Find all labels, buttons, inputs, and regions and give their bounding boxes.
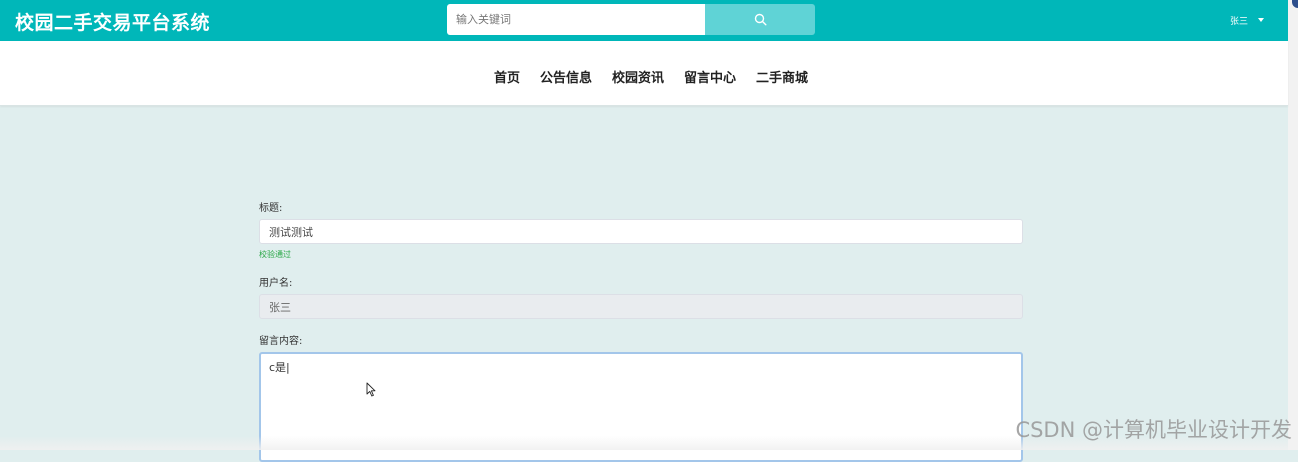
nav-item-secondhand-mall[interactable]: 二手商城: [756, 67, 808, 86]
search-input[interactable]: [447, 4, 705, 35]
site-title[interactable]: 校园二手交易平台系统: [15, 8, 210, 35]
scrollbar-thumb[interactable]: [1292, 0, 1298, 8]
caret-down-icon: [1258, 18, 1265, 22]
title-label: 标题:: [259, 203, 283, 214]
user-name: 张三: [1230, 16, 1249, 27]
nav-item-campus-news[interactable]: 校园资讯: [612, 67, 664, 86]
scrollbar[interactable]: [1288, 0, 1298, 450]
nav-list: 首页 公告信息 校园资讯 留言中心 二手商城: [0, 67, 1288, 86]
nav-item-message-center[interactable]: 留言中心: [684, 67, 736, 86]
search-button[interactable]: [705, 4, 815, 35]
user-menu[interactable]: 张三: [1230, 12, 1265, 28]
main-navbar: 首页 公告信息 校园资讯 留言中心 二手商城: [0, 41, 1288, 106]
username-input[interactable]: [259, 294, 1023, 319]
title-validation-message: 校验通过: [259, 250, 291, 259]
top-header-bar: 校园二手交易平台系统 张三: [0, 0, 1288, 41]
nav-item-announcements[interactable]: 公告信息: [540, 67, 592, 86]
username-label: 用户名:: [259, 278, 293, 289]
content-label: 留言内容:: [259, 336, 303, 347]
nav-item-home[interactable]: 首页: [494, 67, 520, 86]
csdn-watermark: CSDN @计算机毕业设计开发: [1015, 418, 1292, 442]
title-input[interactable]: [259, 219, 1023, 244]
search-icon: [754, 13, 767, 26]
mouse-cursor-icon: [366, 382, 376, 397]
